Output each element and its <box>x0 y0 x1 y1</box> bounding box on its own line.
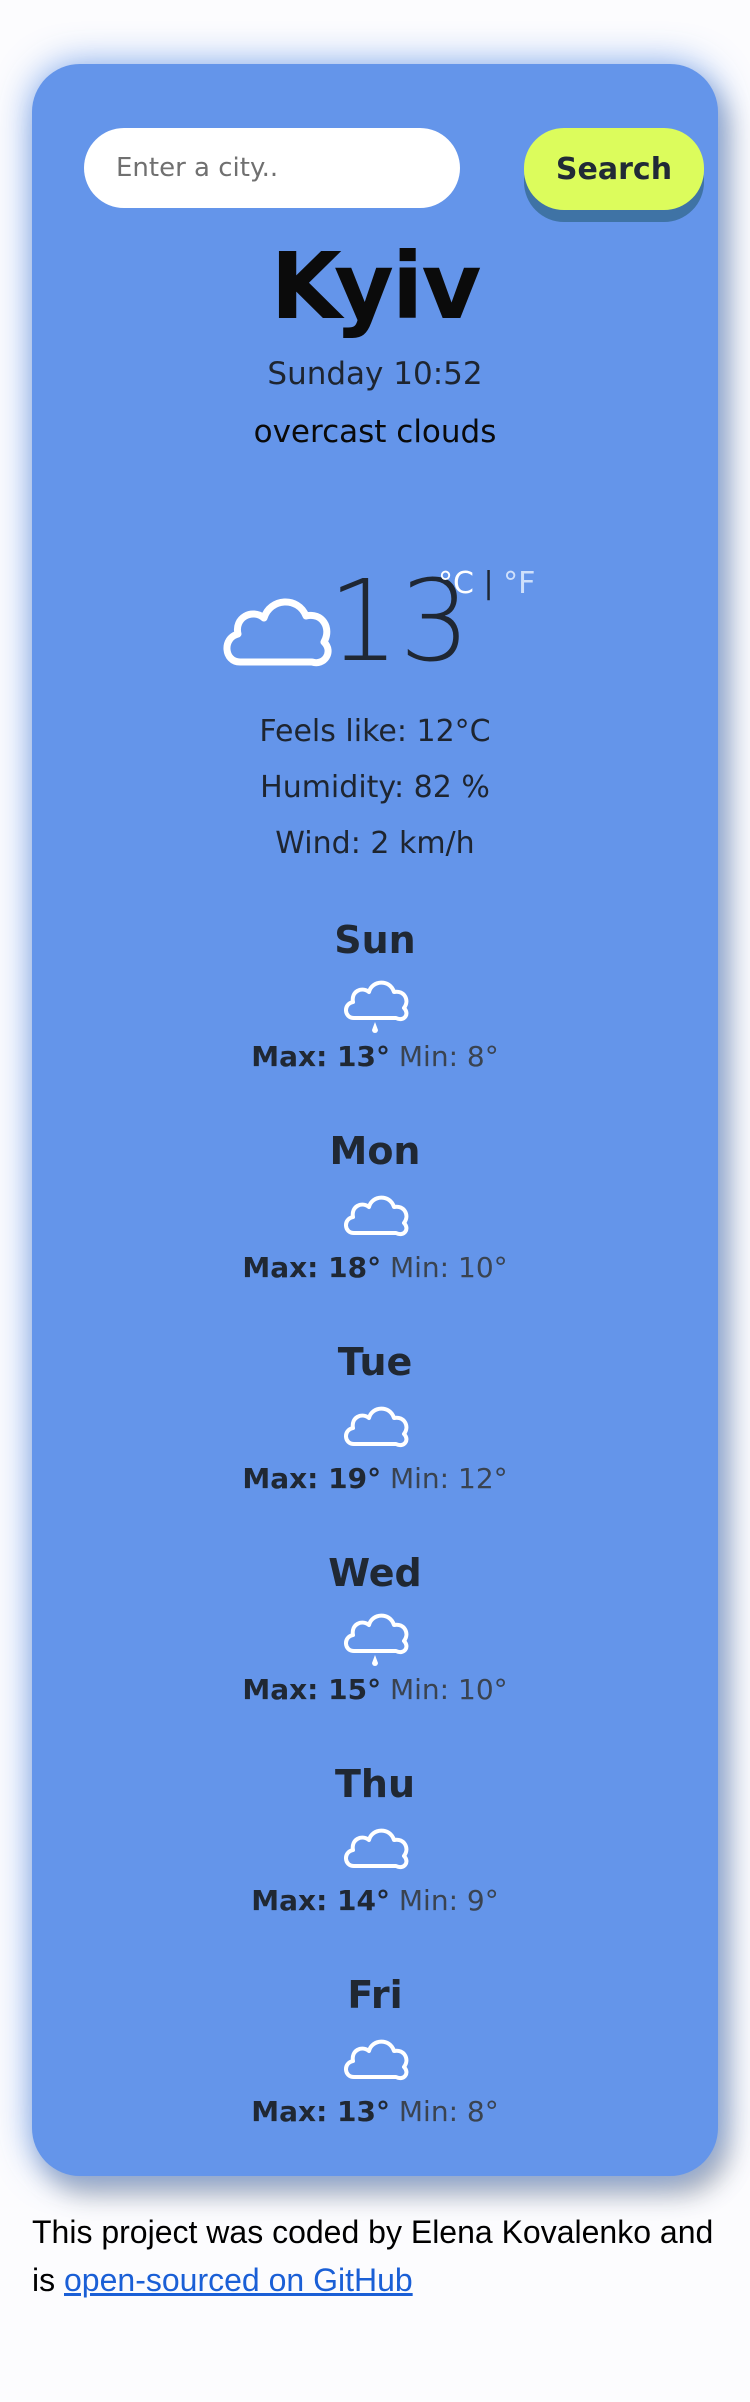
cloud-icon <box>344 1828 409 1869</box>
current-datetime: Sunday 10:52 <box>267 356 483 392</box>
weather-details: Feels like: 12°C Humidity: 82 % Wind: 2 … <box>32 704 718 872</box>
cloud-icon <box>344 1406 409 1447</box>
forecast-day: Tue Max: 19° Min: 12° <box>32 1338 718 1528</box>
forecast-day-name: Mon <box>329 1129 421 1173</box>
search-button[interactable]: Search <box>524 128 704 210</box>
unit-switcher: °C | °F <box>438 566 535 601</box>
forecast-max: Max: 13° <box>251 1040 390 1073</box>
rain-cloud-icon <box>344 1613 409 1666</box>
forecast-day-name: Sun <box>334 918 416 962</box>
forecast-max: Max: 19° <box>242 1462 382 1495</box>
forecast-day-name: Tue <box>337 1340 413 1384</box>
feels-like: Feels like: 12°C <box>259 714 491 749</box>
weather-card: Search Kyiv Sunday 10:52 overcast clouds… <box>32 64 718 2176</box>
humidity: Humidity: 82 % <box>260 770 490 805</box>
unit-separator: | <box>483 566 494 601</box>
forecast-day-name: Wed <box>328 1551 422 1595</box>
forecast-day-name: Fri <box>347 1973 403 2017</box>
rain-cloud-icon <box>344 980 409 1033</box>
forecast-min: Min: 10° <box>389 1673 508 1706</box>
city-name: Kyiv <box>270 233 482 340</box>
cloud-icon <box>344 1195 409 1236</box>
wind-speed: Wind: 2 km/h <box>275 826 475 861</box>
forecast-min: Min: 10° <box>389 1251 508 1284</box>
cloud-icon <box>344 2039 409 2080</box>
github-link[interactable]: open-sourced on GitHub <box>64 2262 413 2298</box>
search-form: Search <box>84 128 704 210</box>
forecast-max: Max: 13° <box>251 2095 390 2128</box>
forecast-day-name: Thu <box>334 1762 416 1806</box>
celsius-link[interactable]: °C <box>438 566 474 601</box>
forecast-min: Min: 9° <box>398 1884 499 1917</box>
forecast-min: Min: 8° <box>398 2095 499 2128</box>
footer: This project was coded by Elena Kovalenk… <box>32 2208 732 2304</box>
forecast-day: Wed Max: 15° Min: 10° <box>32 1549 718 1739</box>
search-input[interactable] <box>84 128 460 208</box>
forecast-day: Thu Max: 14° Min: 9° <box>32 1760 718 1950</box>
forecast-day: Mon Max: 18° Min: 10° <box>32 1127 718 1317</box>
forecast-max: Max: 15° <box>242 1673 382 1706</box>
fahrenheit-link[interactable]: °F <box>503 566 535 601</box>
weather-description: overcast clouds <box>253 414 497 450</box>
forecast-max: Max: 18° <box>242 1251 382 1284</box>
forecast-min: Min: 12° <box>389 1462 508 1495</box>
cloud-icon <box>223 598 332 667</box>
forecast-min: Min: 8° <box>398 1040 499 1073</box>
current-temperature-block: 13 °C | °F <box>32 562 718 684</box>
forecast-max: Max: 14° <box>251 1884 390 1917</box>
forecast-day: Sun Max: 13° Min: 8° <box>32 916 718 1106</box>
forecast-day: Fri Max: 13° Min: 8° <box>32 1971 718 2161</box>
